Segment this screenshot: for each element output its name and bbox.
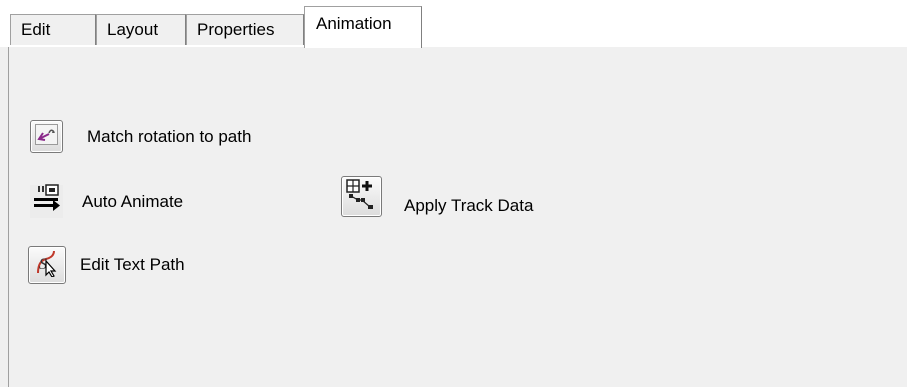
tab-properties[interactable]: Properties	[186, 14, 304, 45]
tab-properties-label: Properties	[197, 20, 275, 39]
track-data-icon	[346, 178, 377, 215]
match-rotation-button[interactable]	[30, 120, 63, 153]
auto-animate-tool[interactable]: Auto Animate	[30, 184, 184, 219]
tab-layout-label: Layout	[107, 20, 159, 39]
text-path-icon: S	[34, 249, 60, 282]
tab-layout[interactable]: Layout	[96, 14, 186, 45]
animation-tools-window: Edit Layout Properties Animation Match r…	[0, 0, 907, 387]
auto-animate-icon	[32, 184, 62, 219]
tab-strip: Edit Layout Properties Animation	[0, 0, 907, 48]
edit-text-path-button[interactable]: S	[28, 246, 66, 284]
apply-track-data-tool[interactable]: Apply Track Data	[341, 176, 533, 217]
match-rotation-tool[interactable]: Match rotation to path	[30, 120, 251, 153]
apply-track-data-button[interactable]	[341, 176, 382, 217]
tab-edit[interactable]: Edit	[10, 14, 96, 45]
auto-animate-label: Auto Animate	[82, 191, 184, 211]
tab-animation[interactable]: Animation	[304, 6, 422, 48]
edit-text-path-label: Edit Text Path	[80, 255, 185, 274]
edit-text-path-tool[interactable]: S Edit Text Path	[28, 246, 185, 284]
rotation-path-icon	[35, 123, 58, 150]
apply-track-data-label: Apply Track Data	[404, 196, 534, 215]
tab-animation-label: Animation	[316, 14, 392, 33]
tab-edit-label: Edit	[21, 20, 51, 39]
auto-animate-button[interactable]	[30, 184, 63, 219]
match-rotation-label: Match rotation to path	[87, 126, 252, 146]
